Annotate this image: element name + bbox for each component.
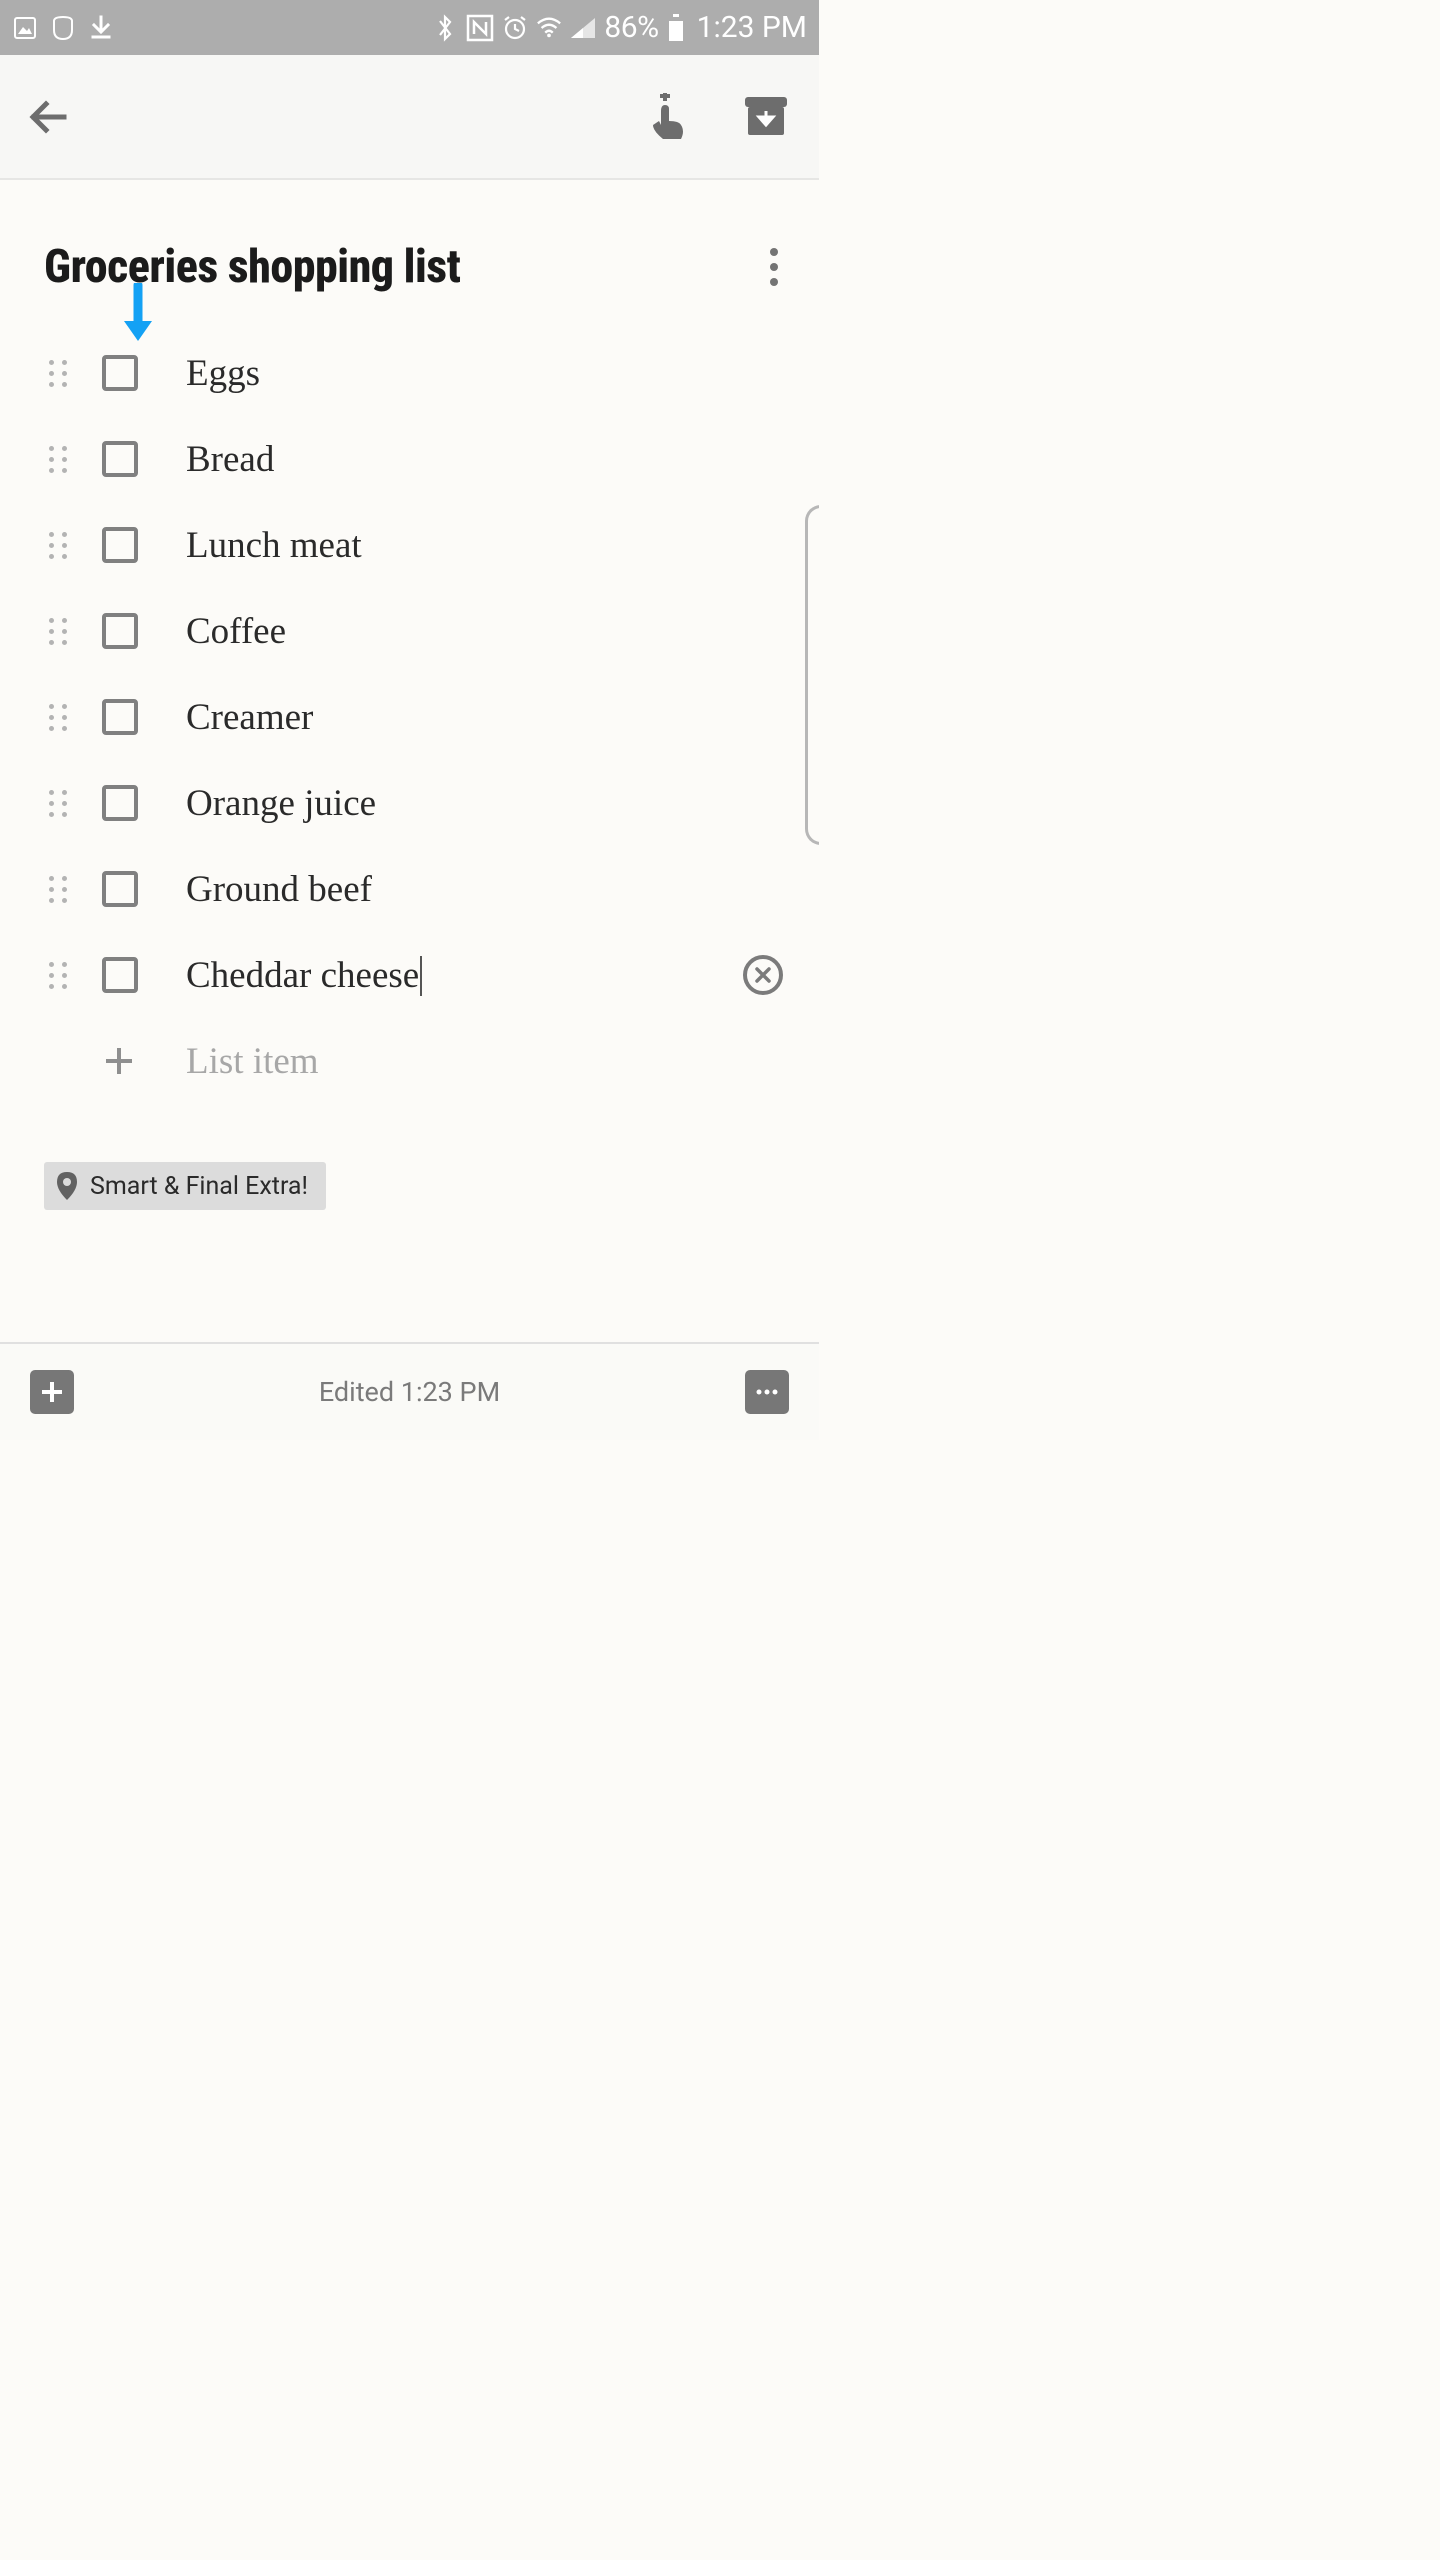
delete-item-button[interactable]	[743, 955, 783, 995]
drag-handle-icon[interactable]	[44, 787, 72, 819]
add-placeholder: List item	[186, 1040, 319, 1083]
checkbox[interactable]	[102, 871, 138, 907]
drag-handle-icon[interactable]	[44, 959, 72, 991]
item-label[interactable]: Cheddar cheese	[186, 954, 419, 997]
drag-handle-icon[interactable]	[44, 615, 72, 647]
drag-handle-icon[interactable]	[44, 701, 72, 733]
list-item: Creamer	[44, 674, 779, 760]
item-label[interactable]: Eggs	[186, 352, 779, 395]
drag-handle-icon[interactable]	[44, 443, 72, 475]
overflow-button[interactable]	[745, 1370, 789, 1414]
status-left-icons	[12, 15, 114, 41]
list-item: Ground beef	[44, 846, 779, 932]
list-item: Eggs	[44, 330, 779, 416]
checklist: Eggs Bread Lunch meat Coffee Creamer Ora…	[44, 330, 779, 1104]
archive-button[interactable]	[743, 95, 789, 139]
gallery-icon	[12, 15, 38, 41]
checkbox[interactable]	[102, 527, 138, 563]
clock-text: 1:23 PM	[697, 10, 807, 45]
more-options-button[interactable]	[769, 247, 779, 287]
back-button[interactable]	[24, 92, 74, 142]
drag-handle-icon[interactable]	[44, 357, 72, 389]
galaxy-apps-icon	[50, 15, 76, 41]
drag-handle-icon[interactable]	[44, 529, 72, 561]
app-bar	[0, 55, 819, 180]
item-label[interactable]: Creamer	[186, 696, 779, 739]
checkbox[interactable]	[102, 699, 138, 735]
note-title[interactable]: Groceries shopping list	[44, 240, 460, 294]
nfc-icon	[466, 15, 494, 41]
checkbox[interactable]	[102, 785, 138, 821]
battery-icon	[667, 15, 685, 41]
edge-scroll-indicator[interactable]	[805, 505, 819, 845]
download-icon	[88, 15, 114, 41]
edited-timestamp: Edited 1:23 PM	[319, 1376, 500, 1408]
list-item: Bread	[44, 416, 779, 502]
plus-icon	[102, 1044, 136, 1078]
drag-handle-icon[interactable]	[44, 873, 72, 905]
list-item: Coffee	[44, 588, 779, 674]
add-list-item[interactable]: List item	[44, 1018, 779, 1104]
checkbox[interactable]	[102, 355, 138, 391]
list-item: Cheddar cheese	[44, 932, 779, 1018]
item-label[interactable]: Coffee	[186, 610, 779, 653]
bottom-toolbar: Edited 1:23 PM	[0, 1342, 819, 1440]
alarm-icon	[502, 15, 528, 41]
item-label[interactable]: Lunch meat	[186, 524, 779, 567]
item-label[interactable]: Ground beef	[186, 868, 779, 911]
pin-gesture-icon[interactable]	[645, 91, 691, 143]
android-status-bar: 86% 1:23 PM	[0, 0, 819, 55]
checkbox[interactable]	[102, 441, 138, 477]
checkbox[interactable]	[102, 613, 138, 649]
list-item: Lunch meat	[44, 502, 779, 588]
signal-icon	[570, 15, 596, 41]
battery-percent: 86%	[604, 10, 658, 45]
item-label[interactable]: Bread	[186, 438, 779, 481]
note-content: Groceries shopping list Eggs Bread Lunch…	[0, 180, 819, 1342]
checkbox[interactable]	[102, 957, 138, 993]
bluetooth-icon	[432, 15, 458, 41]
wifi-icon	[536, 15, 562, 41]
status-right-group: 86% 1:23 PM	[432, 10, 807, 45]
add-button[interactable]	[30, 1370, 74, 1414]
location-chip[interactable]: Smart & Final Extra!	[44, 1162, 326, 1210]
location-label: Smart & Final Extra!	[90, 1172, 308, 1201]
location-pin-icon	[54, 1170, 80, 1202]
list-item: Orange juice	[44, 760, 779, 846]
item-label[interactable]: Orange juice	[186, 782, 779, 825]
